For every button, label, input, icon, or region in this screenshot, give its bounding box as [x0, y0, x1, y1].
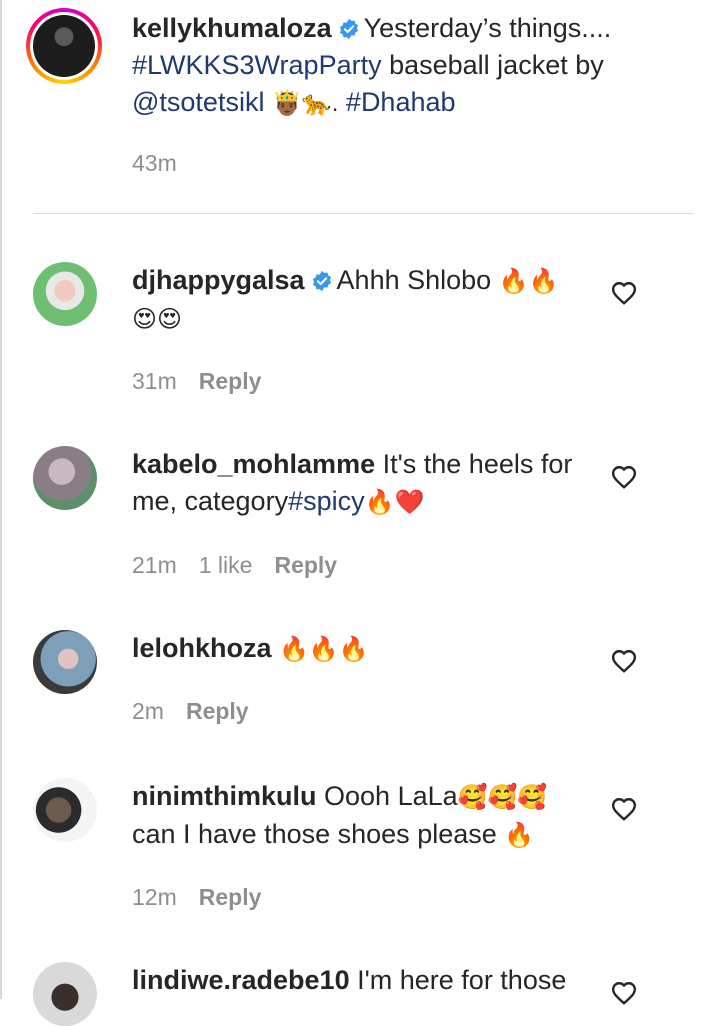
- heart-icon[interactable]: [611, 649, 637, 673]
- comment-emojis: 🥰🥰🥰: [457, 784, 548, 811]
- reply-button[interactable]: Reply: [186, 698, 249, 724]
- avatar[interactable]: [33, 262, 97, 326]
- comment-timestamp: 21m: [132, 552, 177, 578]
- heart-icon[interactable]: [611, 981, 637, 1005]
- comment-emojis-line2: 🔥: [504, 822, 535, 849]
- comment-body: I'm here for those: [357, 965, 567, 995]
- hashtag[interactable]: #Dhahab: [346, 87, 456, 117]
- comment-emojis: 🔥🔥🔥: [279, 636, 369, 663]
- username[interactable]: djhappygalsa: [132, 265, 305, 295]
- heart-icon[interactable]: [611, 281, 637, 305]
- avatar[interactable]: [33, 630, 97, 694]
- comment-text: ninimthimkulu Oooh LaLa🥰🥰🥰 can I have th…: [132, 778, 582, 854]
- comment-body: Oooh LaLa: [324, 781, 458, 811]
- reply-button[interactable]: Reply: [199, 884, 262, 910]
- comment-text: djhappygalsa Ahhh Shlobo 🔥🔥 😍😍: [132, 262, 582, 338]
- hashtag[interactable]: #spicy: [288, 486, 365, 516]
- avatar[interactable]: [33, 15, 95, 77]
- username[interactable]: lelohkhoza: [132, 633, 272, 663]
- comment-text: lelohkhoza 🔥🔥🔥: [132, 630, 582, 668]
- divider: [33, 213, 693, 214]
- mention[interactable]: @tsotetsikl: [132, 87, 264, 117]
- username[interactable]: kellykhumaloza: [132, 13, 332, 43]
- comment-meta: 12m Reply: [132, 884, 261, 911]
- caption-body-2: baseball jacket by: [381, 50, 604, 80]
- comment-text: lindiwe.radebe10 I'm here for those: [132, 962, 582, 999]
- caption-emojis: 🤴🏾🐆.: [271, 90, 339, 117]
- comment-timestamp: 12m: [132, 884, 177, 910]
- comment-body: Ahhh Shlobo: [336, 265, 492, 295]
- caption-text: kellykhumaloza Yesterday’s things.... #LW…: [132, 10, 652, 122]
- hashtag[interactable]: #LWKKS3WrapParty: [132, 50, 382, 80]
- comment-timestamp: 2m: [132, 698, 164, 724]
- post-timestamp: 43m: [132, 150, 177, 176]
- comment-meta: 31m Reply: [132, 368, 261, 395]
- comment-body-2: can I have those shoes please: [132, 819, 505, 849]
- comment-timestamp: 31m: [132, 368, 177, 394]
- like-count[interactable]: 1 like: [199, 552, 253, 578]
- comment-body-2: me, category: [132, 486, 289, 516]
- comment-body: It's the heels for: [382, 449, 573, 479]
- reply-button[interactable]: Reply: [274, 552, 337, 578]
- avatar[interactable]: [33, 778, 97, 842]
- comment-meta: 21m 1 like Reply: [132, 552, 337, 579]
- avatar[interactable]: [33, 446, 97, 510]
- verified-icon: [312, 270, 331, 292]
- comment-emojis-line2: 😍😍: [132, 306, 183, 333]
- comment-text: kabelo_mohlamme It's the heels for me, c…: [132, 446, 582, 521]
- comment-meta: 2m Reply: [132, 698, 249, 725]
- username[interactable]: ninimthimkulu: [132, 781, 317, 811]
- post-caption: kellykhumaloza Yesterday’s things.... #LW…: [0, 0, 720, 215]
- username[interactable]: lindiwe.radebe10: [132, 965, 350, 995]
- avatar[interactable]: [33, 962, 97, 1026]
- username[interactable]: kabelo_mohlamme: [132, 449, 375, 479]
- heart-icon[interactable]: [611, 465, 637, 489]
- heart-icon[interactable]: [611, 797, 637, 821]
- comment-emojis: 🔥🔥: [498, 268, 559, 295]
- reply-button[interactable]: Reply: [199, 368, 262, 394]
- caption-body: Yesterday’s things....: [363, 13, 612, 43]
- verified-icon: [339, 18, 358, 40]
- comment-emojis: 🔥❤️: [364, 489, 425, 516]
